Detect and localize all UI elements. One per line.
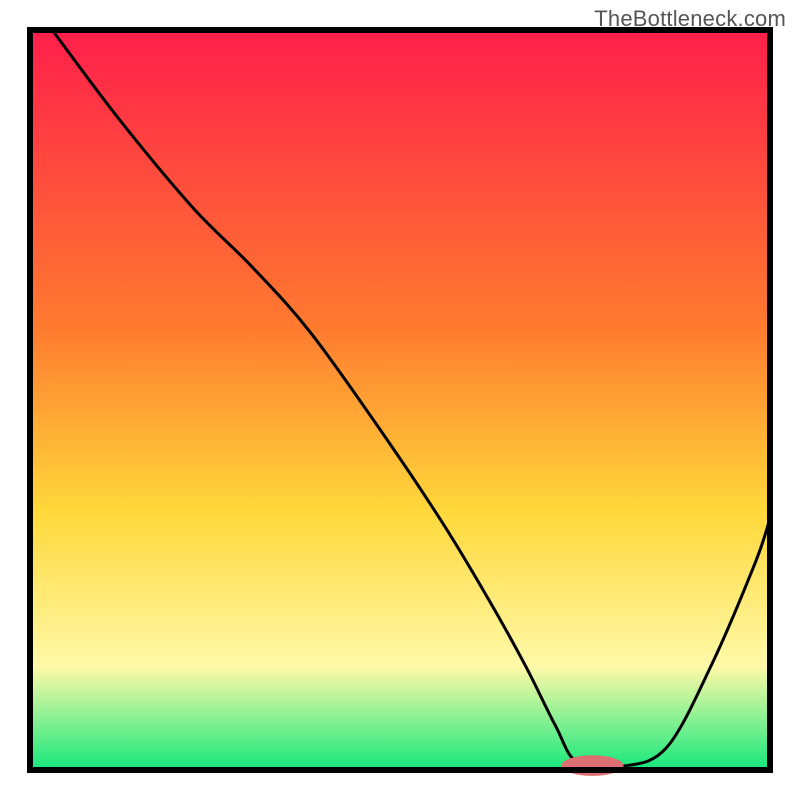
chart-container: TheBottleneck.com [0, 0, 800, 800]
bottleneck-chart-svg [0, 0, 800, 800]
watermark-text: TheBottleneck.com [594, 6, 786, 32]
gradient-background [30, 30, 770, 770]
